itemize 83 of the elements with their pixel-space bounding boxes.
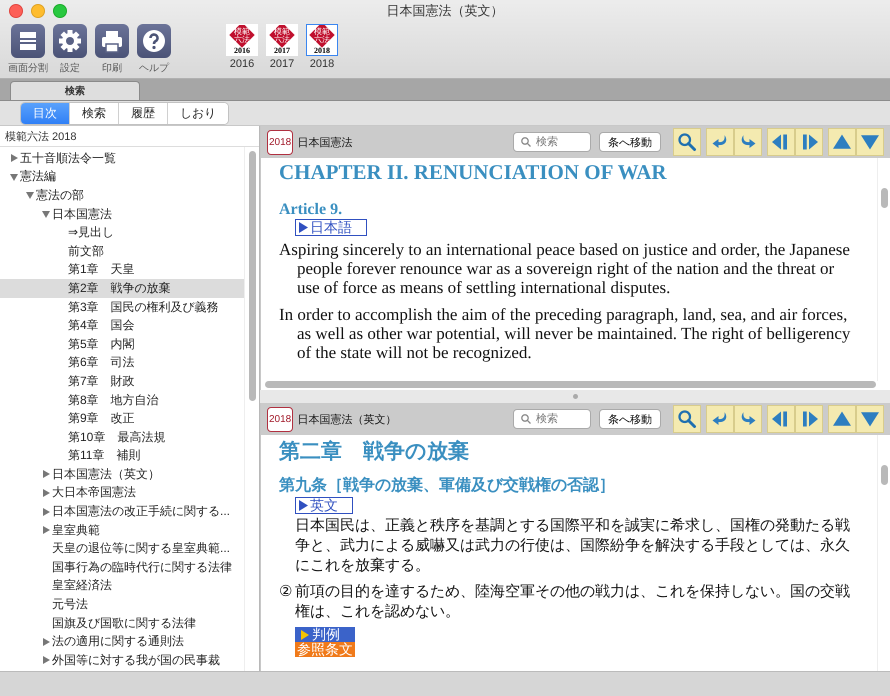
tree-item[interactable]: 日本国憲法の改正手続に関する... — [0, 502, 244, 521]
tree-item[interactable]: 第1章 天皇 — [0, 260, 244, 280]
help-icon — [137, 24, 171, 58]
expanded-triangle-icon[interactable] — [10, 172, 18, 181]
scrollbar-thumb[interactable] — [880, 465, 888, 485]
play-triangle-icon — [299, 500, 308, 511]
settings-icon — [53, 24, 87, 58]
collapsed-triangle-icon[interactable] — [42, 488, 50, 497]
zoom-button[interactable] — [53, 4, 67, 18]
article-paragraph: 日本国民は、正義と秩序を基調とする国際平和を誠実に希求し、国権の発動たる戦争と、武力による威嚇又は武力の行使は、国際紛争を解決する手段としては、永久にこれを放棄する。 — [294, 515, 851, 575]
article-paragraph: 前項の目的を達するため、陸海空軍その他の戦力は、これを保持しない。国の交戦権は、これを認めない。 — [295, 581, 851, 621]
article-paragraph: Aspiring sincerely to an international peace based on justice and order, the Japanese people forever renounce war as a sovereign right of the nation and the threat or use of force as means of settling international disputes. — [279, 240, 851, 297]
pane-title: 日本国憲法（英文） — [297, 412, 396, 426]
search-field[interactable]: 検索 — [513, 132, 591, 152]
segment-tab[interactable]: しおり — [167, 102, 228, 124]
tree-item[interactable]: 第4章 国会 — [0, 316, 244, 335]
tree-item[interactable]: 皇室典範 — [0, 520, 244, 540]
go-to-article-button[interactable]: 条へ移動 — [599, 132, 661, 152]
toolbar-button[interactable]: 画面分割 — [8, 22, 48, 78]
search-icon — [521, 414, 531, 424]
horizontal-scrollbar-thumb[interactable] — [265, 381, 876, 388]
window-title: 日本国憲法（英文） — [386, 3, 504, 18]
expanded-triangle-icon[interactable] — [26, 191, 34, 200]
year-badge: 2018 — [267, 406, 294, 432]
language-link[interactable]: 英文 — [295, 497, 353, 514]
go-to-article-button[interactable]: 条へ移動 — [599, 409, 661, 429]
tree-item[interactable]: 国旗及び国歌に関する法律 — [0, 614, 244, 632]
collapsed-triangle-icon[interactable] — [42, 656, 50, 664]
tree-item[interactable]: 第2章 戦争の放棄 — [0, 279, 244, 298]
reference-tag[interactable]: 判例 — [295, 627, 355, 642]
play-triangle-icon — [301, 630, 309, 640]
split-screen-icon — [11, 24, 45, 58]
printer-icon — [95, 24, 129, 58]
tree-item[interactable]: 元号法 — [0, 595, 244, 614]
scrollbar-thumb[interactable] — [248, 151, 256, 401]
tree-item[interactable]: 憲法編 — [0, 168, 244, 186]
tree-item[interactable]: 法の適用に関する通則法 — [0, 632, 244, 652]
tree-item[interactable]: 国事行為の臨時代行に関する法律 — [0, 558, 244, 577]
splitter-handle[interactable] — [572, 394, 578, 399]
article-heading: Article 9. — [279, 201, 344, 219]
year-badge: 2018 — [267, 130, 294, 154]
tree-item[interactable]: 第8章 地方自治 — [0, 390, 244, 410]
chapter-heading: CHAPTER II. RENUNCIATION OF WAR — [279, 160, 668, 185]
collapsed-triangle-icon[interactable] — [42, 470, 50, 478]
tree-item[interactable]: 天皇の退位等に関する皇室典範... — [0, 539, 244, 558]
toolbar-button[interactable]: 設定 — [50, 22, 90, 78]
library-header: 模範六法 2018 — [0, 126, 259, 147]
tree-item[interactable]: ⇒見出し — [0, 223, 244, 242]
collapsed-triangle-icon[interactable] — [42, 508, 50, 516]
tree-item[interactable]: 第3章 国民の権利及び義務 — [0, 298, 244, 316]
tree-item[interactable]: 日本国憲法 — [0, 204, 244, 224]
search-tab[interactable]: 検索 — [10, 81, 140, 100]
tree-item[interactable]: 日本国憲法（英文） — [0, 465, 244, 484]
chapter-heading: 第二章 戦争の放棄 — [279, 437, 470, 465]
tree-item[interactable]: 第9章 改正 — [0, 409, 244, 428]
tree-item[interactable]: 憲法の部 — [0, 186, 244, 205]
scrollbar-thumb[interactable] — [880, 188, 888, 208]
tree-item[interactable]: 前文部 — [0, 242, 244, 261]
close-button[interactable] — [9, 4, 23, 18]
toolbar-button[interactable]: 印刷 — [92, 22, 132, 78]
play-triangle-icon — [299, 222, 308, 233]
tree-item[interactable]: 第6章 司法 — [0, 354, 244, 372]
language-link[interactable]: 日本語 — [295, 219, 367, 236]
expanded-triangle-icon[interactable] — [42, 210, 50, 218]
tree-item[interactable]: 第7章 財政 — [0, 372, 244, 391]
pane-title: 日本国憲法 — [297, 136, 352, 150]
search-icon — [521, 137, 531, 147]
toolbar-button[interactable]: ヘルプ — [134, 22, 174, 78]
tree-item[interactable]: 第5章 内閣 — [0, 334, 244, 354]
minimize-button[interactable] — [31, 4, 45, 18]
article-heading: 第九条［戦争の放棄、軍備及び交戦権の否認］ — [279, 475, 616, 496]
collapsed-triangle-icon[interactable] — [42, 526, 50, 534]
article-paragraph: In order to accomplish the aim of the preceding paragraph, land, sea, and air forces, as well as other war potential, will never be maintained. The right of belligerency of the state will not be recognized. — [279, 305, 851, 362]
search-field[interactable]: 検索 — [513, 409, 591, 429]
tree-item[interactable]: 大日本帝国憲法 — [0, 484, 244, 502]
tree-item[interactable]: 五十音順法令一覧 — [0, 149, 244, 168]
paragraph-number: ② — [279, 581, 293, 602]
tree-item[interactable]: 第11章 補則 — [0, 446, 244, 466]
collapsed-triangle-icon[interactable] — [42, 638, 50, 646]
tree-item[interactable]: 第10章 最高法規 — [0, 428, 244, 446]
tree-item[interactable]: 皇室経済法 — [0, 576, 244, 596]
collapsed-triangle-icon[interactable] — [10, 154, 18, 162]
tree-item[interactable]: 外国等に対する我が国の民事裁 — [0, 651, 244, 670]
